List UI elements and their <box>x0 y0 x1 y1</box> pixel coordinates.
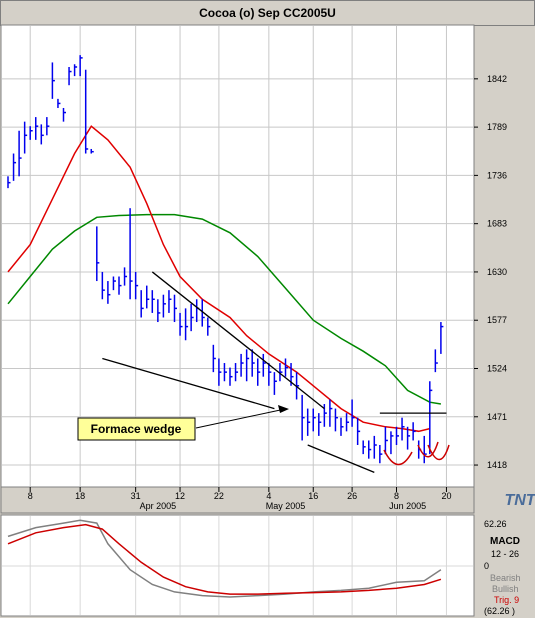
y-tick-label: 1630 <box>487 267 507 277</box>
price-axis: 1418 1471 1524 1577 1630 1683 1736 1789 1842 <box>474 74 507 470</box>
macd-tick-zero: 0 <box>484 561 489 571</box>
macd-params: 12 - 26 <box>491 549 519 559</box>
x-tick-label: 8 <box>394 491 399 501</box>
chart-canvas[interactable]: 1418 1471 1524 1577 1630 1683 1736 1789 1842 For… <box>0 0 535 618</box>
macd-tick-top: 62.26 <box>484 519 507 529</box>
tnt-logo: TNT <box>476 487 535 511</box>
macd-axis: 62.26 MACD 12 - 26 0 Bearish Bullish Tri… <box>484 519 521 616</box>
x-tick-label: 4 <box>266 491 271 501</box>
macd-tick-bottom: (62.26 ) <box>484 606 515 616</box>
y-tick-label: 1471 <box>487 412 507 422</box>
y-tick-label: 1683 <box>487 219 507 229</box>
y-tick-label: 1524 <box>487 363 507 373</box>
macd-bearish-label: Bearish <box>490 573 521 583</box>
x-tick-label: 18 <box>75 491 85 501</box>
x-tick-label: 12 <box>175 491 185 501</box>
chart-window: Cocoa (o) Sep CC2005U 1418 1471 1524 1577 16… <box>0 0 535 618</box>
tnt-logo-text: TNT <box>504 492 535 509</box>
annotation-label: Formace wedge <box>91 422 182 436</box>
y-tick-label: 1418 <box>487 460 507 470</box>
x-tick-label: 26 <box>347 491 357 501</box>
y-tick-label: 1789 <box>487 122 507 132</box>
x-tick-label: 8 <box>28 491 33 501</box>
x-tick-label: 31 <box>131 491 141 501</box>
price-panel[interactable] <box>0 24 475 488</box>
macd-bullish-label: Bullish <box>492 584 519 594</box>
x-tick-label: 16 <box>308 491 318 501</box>
macd-name: MACD <box>490 536 520 547</box>
x-tick-label: 20 <box>441 491 451 501</box>
y-tick-label: 1736 <box>487 170 507 180</box>
x-tick-label: 22 <box>214 491 224 501</box>
x-month-label: Jun 2005 <box>389 501 426 511</box>
x-month-label: May 2005 <box>266 501 306 511</box>
y-tick-label: 1577 <box>487 315 507 325</box>
macd-trig-label: Trig. 9 <box>494 595 519 605</box>
y-tick-label: 1842 <box>487 74 507 84</box>
x-month-label: Apr 2005 <box>140 501 177 511</box>
